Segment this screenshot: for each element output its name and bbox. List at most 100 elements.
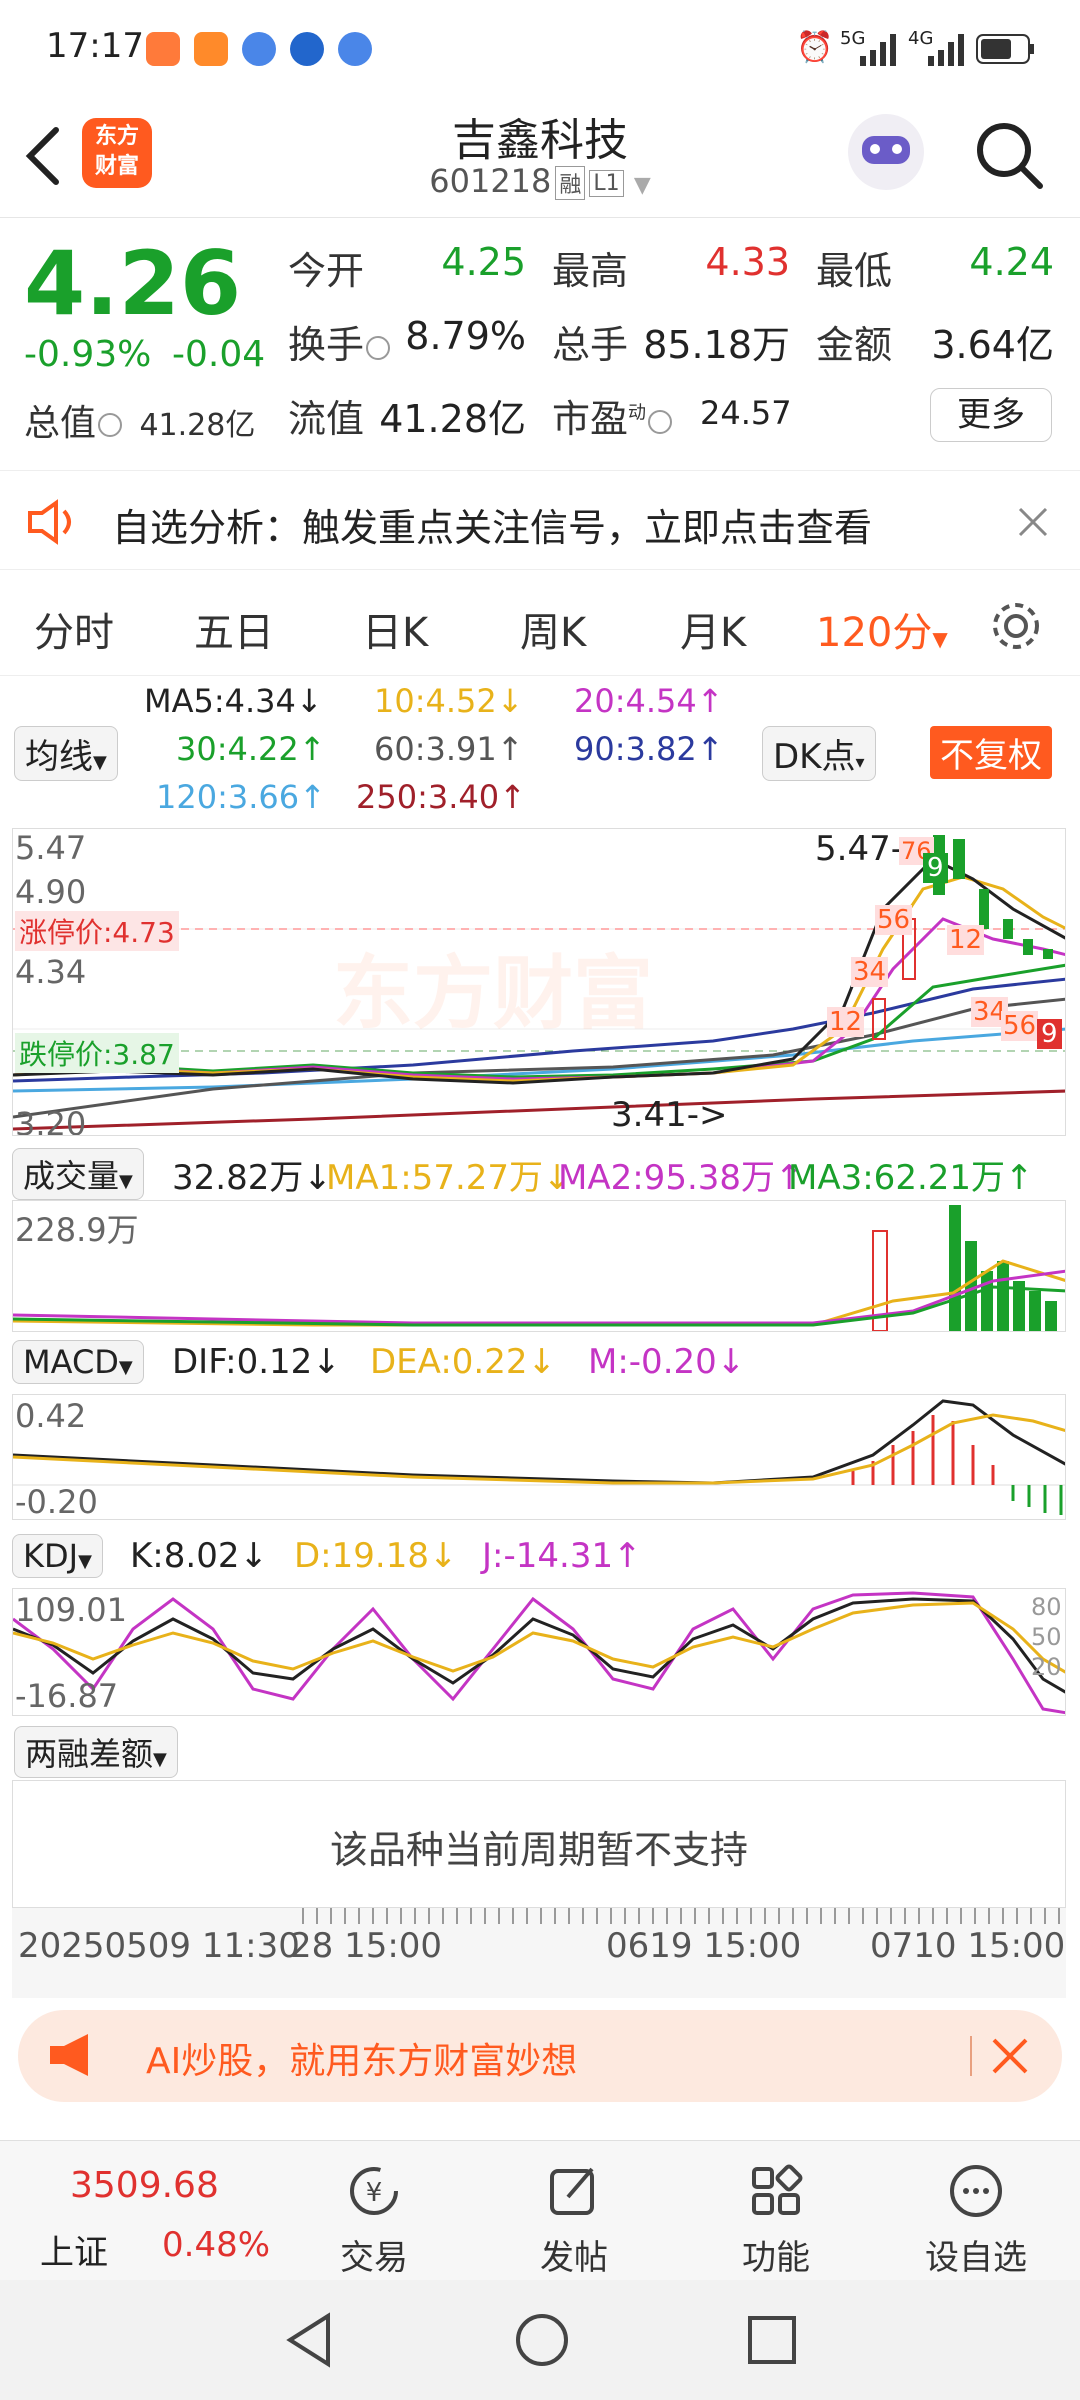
index-value[interactable]: 3509.68 [70, 2165, 219, 2206]
mktcap-label: 总值 [24, 403, 97, 444]
badge-2[interactable]: 56 [875, 905, 913, 935]
nav-recents-icon[interactable] [744, 2312, 800, 2368]
tab-five-day[interactable]: 五日 [194, 600, 274, 658]
gear-icon[interactable] [988, 598, 1044, 654]
svg-text:¥: ¥ [366, 2178, 383, 2208]
volume-value: 32.82万↓ [172, 1158, 332, 1198]
tab-weekly-k[interactable]: 周K [520, 600, 586, 658]
macd-selector-label: MACD [23, 1343, 119, 1381]
macd-chart[interactable]: 0.42 -0.20 [12, 1394, 1066, 1520]
nav-add-watchlist[interactable]: 设自选 [916, 2161, 1036, 2279]
nav-post-label: 发帖 [540, 2238, 608, 2278]
low-value: 4.24 [969, 240, 1054, 284]
badge-8[interactable]: 9 [1037, 1019, 1062, 1049]
pe-label-text: 市盈 [552, 397, 629, 441]
macd-dropdown-icon: ▼ [118, 1357, 133, 1378]
ma5-value: MA5:4.34↓ [144, 682, 323, 720]
ai-banner[interactable]: AI炒股，就用东方财富妙想 [18, 2010, 1062, 2102]
nav-back-icon[interactable] [284, 2312, 334, 2368]
watermark: 东方财富 [333, 947, 653, 1040]
volume-selector-label: 成交量 [23, 1157, 120, 1195]
close-icon[interactable] [1016, 505, 1050, 539]
nav-trade[interactable]: ¥ 交易 [314, 2161, 434, 2279]
index-name[interactable]: 上证 [40, 2225, 108, 2274]
kline-y-3: 4.34 [15, 953, 87, 991]
tab-monthly-k[interactable]: 月K [680, 600, 746, 658]
kdj-chart[interactable]: 109.01 -16.87 80 50 20 [12, 1588, 1066, 1716]
video-orange-icon [194, 32, 228, 66]
index-pct[interactable]: 0.48% [162, 2225, 270, 2265]
dk-dropdown-icon: ▾ [855, 752, 865, 773]
badge-4[interactable]: 34 [851, 957, 889, 987]
margin-selector-label: 两融差额 [25, 1735, 154, 1773]
kline-y-2: 4.90 [15, 873, 87, 911]
quote-panel: 4.26 -0.93% -0.04 总值 41.28亿 今开 4.25 最高 4… [0, 218, 1080, 468]
tab-intraday[interactable]: 分时 [34, 600, 114, 658]
macd-legend: MACD▼ DIF:0.12↓ DEA:0.22↓ M:-0.20↓ [12, 1336, 1066, 1386]
stock-code: 601218 [429, 162, 552, 200]
margin-tag: 融 [555, 166, 586, 200]
trade-icon: ¥ [350, 2167, 398, 2215]
pe-info-icon[interactable] [648, 409, 673, 434]
time-label-4: 0710 15:00 [870, 1926, 1066, 1966]
limit-down-label: 跌停价:3.87 [15, 1033, 179, 1073]
kdj-k: K:8.02↓ [130, 1536, 268, 1576]
signal-icon-2 [928, 34, 964, 66]
volume-selector[interactable]: 成交量▼ [12, 1148, 144, 1200]
kdj-legend: KDJ▼ K:8.02↓ D:19.18↓ J:-14.31↑ [12, 1530, 1066, 1580]
volume-label: 总手 [552, 323, 629, 367]
badge-7[interactable]: 56 [1001, 1011, 1039, 1041]
badge-5[interactable]: 12 [827, 1007, 865, 1037]
nav-post[interactable]: 发帖 [514, 2161, 634, 2279]
mktcap-row: 总值 41.28亿 [24, 394, 255, 446]
margin-selector[interactable]: 两融差额▼ [14, 1726, 178, 1778]
macd-dea: DEA:0.22↓ [370, 1342, 556, 1382]
signal-icon [860, 34, 896, 66]
ma-dropdown-icon: ▼ [93, 752, 107, 773]
time-ticks [302, 1908, 1062, 1924]
period-tabs: 分时 五日 日K 周K 月K 120分▼ [0, 572, 1080, 676]
macd-svg [13, 1399, 1065, 1515]
kdj-selector[interactable]: KDJ▼ [12, 1534, 103, 1578]
turnover-value: 8.79% [405, 314, 526, 358]
kdj-d: D:19.18↓ [294, 1536, 458, 1576]
edit-icon [550, 2167, 594, 2215]
fq-button[interactable]: 不复权 [930, 726, 1052, 779]
alert-bar[interactable]: 自选分析：触发重点关注信号，立即点击查看 [0, 470, 1080, 570]
battery-icon [976, 34, 1034, 64]
change-abs: -0.04 [172, 334, 266, 375]
open-label: 今开 [288, 249, 365, 293]
more-button[interactable]: 更多 [930, 388, 1052, 442]
macd-m: M:-0.20↓ [588, 1342, 746, 1382]
info-icon[interactable] [98, 413, 123, 437]
volume-chart[interactable]: 228.9万 [12, 1200, 1066, 1332]
ma-selector[interactable]: 均线▼ [14, 726, 118, 781]
robot-avatar-icon[interactable] [848, 114, 924, 190]
nav-functions-label: 功能 [742, 2238, 810, 2278]
nav-functions[interactable]: 功能 [716, 2161, 836, 2279]
turnover-info-icon[interactable] [366, 335, 391, 360]
dk-selector[interactable]: DK点▾ [762, 726, 876, 781]
volume-ma3: MA3:62.21万↑ [788, 1158, 1034, 1198]
kline-chart[interactable]: 东方财富 5.47 4.90 涨停价:4.73 4.34 跌停价:3.87 3.… [12, 828, 1066, 1136]
nav-add-watchlist-label: 设自选 [925, 2238, 1027, 2278]
turnover-label-text: 换手 [288, 323, 365, 367]
tab-120min[interactable]: 120分▼ [816, 600, 948, 658]
tab-daily-k[interactable]: 日K [362, 600, 428, 658]
level-tag: L1 [589, 169, 624, 197]
blue-app-icon-2 [338, 32, 372, 66]
macd-selector[interactable]: MACD▼ [12, 1340, 144, 1384]
bottom-nav: 3509.68 上证 0.48% ¥ 交易 发帖 功能 设自选 [0, 2140, 1080, 2280]
nav-trade-label: 交易 [340, 2238, 408, 2278]
time-label-1: 20250509 11:30 [18, 1926, 300, 1966]
ma-selector-label: 均线 [25, 737, 93, 777]
nav-home-icon[interactable] [514, 2312, 570, 2368]
search-icon[interactable] [972, 118, 1046, 192]
pe-label: 市盈动 [552, 388, 673, 443]
badge-1[interactable]: 9 [923, 853, 948, 883]
grid-icon [752, 2164, 803, 2215]
badge-3[interactable]: 12 [947, 925, 985, 955]
limit-up-label: 涨停价:4.73 [15, 911, 179, 951]
banner-close-icon[interactable] [990, 2036, 1030, 2076]
ma10-value: 10:4.52↓ [374, 682, 524, 720]
